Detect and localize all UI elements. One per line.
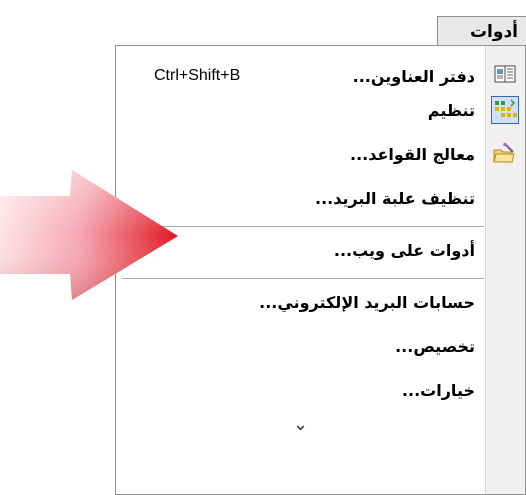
expand-symbol: ⌄ [292, 414, 309, 435]
customize-label: تخصيص... [395, 336, 475, 356]
menu-item-options[interactable]: خيارات... [116, 372, 485, 408]
expand-menu-chevron-icon[interactable]: ⌄ [116, 414, 485, 436]
options-label: خيارات... [401, 380, 475, 400]
email-accounts-label: حسابات البريد الإلكتروني... [259, 292, 475, 312]
rules-wizard-icon [492, 142, 516, 166]
mailbox-cleanup-label: تنظيف علبة البريد... [314, 188, 475, 208]
menu-item-organize[interactable]: تنظيم [116, 92, 485, 128]
tools-menu-title: أدوات [469, 22, 518, 42]
web-tools-label: أدوات على ويب... [333, 240, 475, 260]
address-book-label: دفتر العناوين... [352, 66, 475, 86]
tools-menu-tab[interactable]: أدوات [437, 16, 526, 46]
address-book-shortcut: Ctrl+Shift+B [154, 67, 241, 84]
organize-label: تنظيم [427, 100, 475, 120]
rules-wizard-label: معالج القواعد... [350, 144, 475, 164]
red-pointer-arrow-icon [0, 170, 178, 300]
menu-item-address-book[interactable]: دفتر العناوين... Ctrl+Shift+B [116, 58, 485, 94]
address-book-icon [494, 63, 516, 85]
menu-item-customize[interactable]: تخصيص... [116, 328, 485, 364]
menu-item-rules-wizard[interactable]: معالج القواعد... [116, 136, 485, 172]
organize-icon [491, 96, 519, 124]
